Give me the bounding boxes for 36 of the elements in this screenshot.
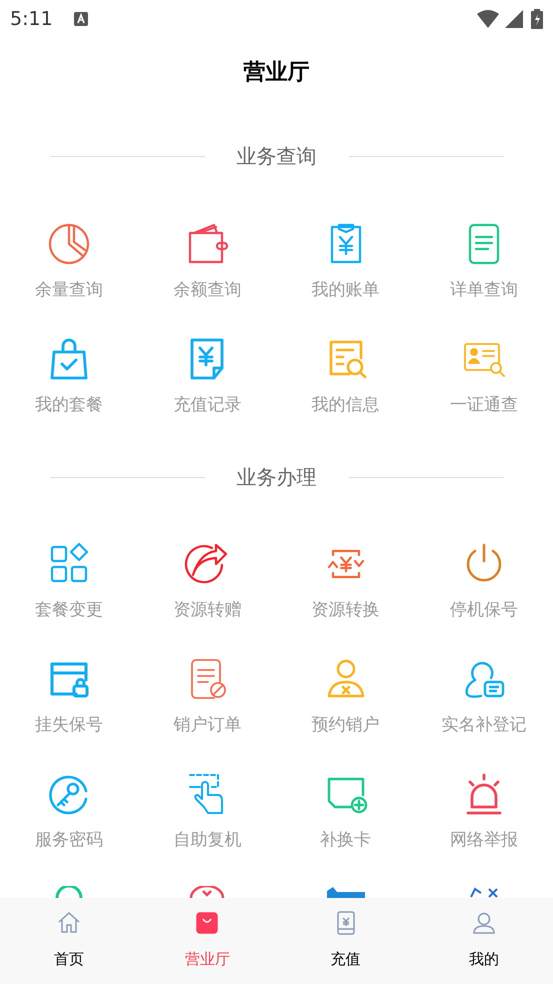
- shopping-bag-icon: [194, 910, 220, 936]
- page-title: 营业厅: [244, 58, 310, 86]
- status-time: 5:11: [10, 6, 53, 32]
- notification-icon: [72, 11, 89, 27]
- tab-button[interactable]: 充值: [276, 898, 415, 984]
- section-title: 业务查询: [236, 143, 316, 170]
- service-button[interactable]: 服务密码: [0, 755, 138, 870]
- service-button[interactable]: 余额查询: [138, 205, 276, 320]
- service-button[interactable]: 余量查询: [0, 205, 138, 320]
- service-button[interactable]: 停机保号: [414, 525, 553, 640]
- home-icon: [56, 910, 82, 936]
- arc-icon: [55, 886, 84, 898]
- service-button[interactable]: 套餐变更: [0, 525, 138, 640]
- service-button[interactable]: 挂失保号: [0, 640, 138, 755]
- tab-button[interactable]: 首页: [0, 898, 138, 984]
- service-button[interactable]: 我的信息: [276, 320, 415, 435]
- section-title: 业务办理: [236, 464, 316, 491]
- service-button[interactable]: 预约销户: [276, 640, 415, 755]
- service-button[interactable]: 自助复机: [138, 755, 276, 870]
- service-button[interactable]: 补换卡: [276, 755, 415, 870]
- signal-icon: [505, 10, 523, 28]
- service-button[interactable]: 一证通查: [414, 320, 553, 435]
- user-icon: [470, 910, 497, 936]
- service-button[interactable]: 实名补登记: [414, 640, 553, 755]
- battery-icon: [531, 9, 543, 29]
- tab-button[interactable]: 营业厅: [138, 898, 276, 984]
- service-button[interactable]: 资源转换: [276, 525, 415, 640]
- service-button[interactable]: 充值记录: [138, 320, 276, 435]
- service-button[interactable]: 我的账单: [276, 205, 415, 320]
- service-button[interactable]: 详单查询: [414, 205, 553, 320]
- service-button[interactable]: 我的套餐: [0, 320, 138, 435]
- service-button[interactable]: 资源转赠: [138, 525, 276, 640]
- tab-button[interactable]: 我的: [414, 898, 553, 984]
- service-button[interactable]: 网络举报: [414, 755, 553, 870]
- service-button[interactable]: 销户订单: [138, 640, 276, 755]
- wifi-icon: [477, 10, 499, 28]
